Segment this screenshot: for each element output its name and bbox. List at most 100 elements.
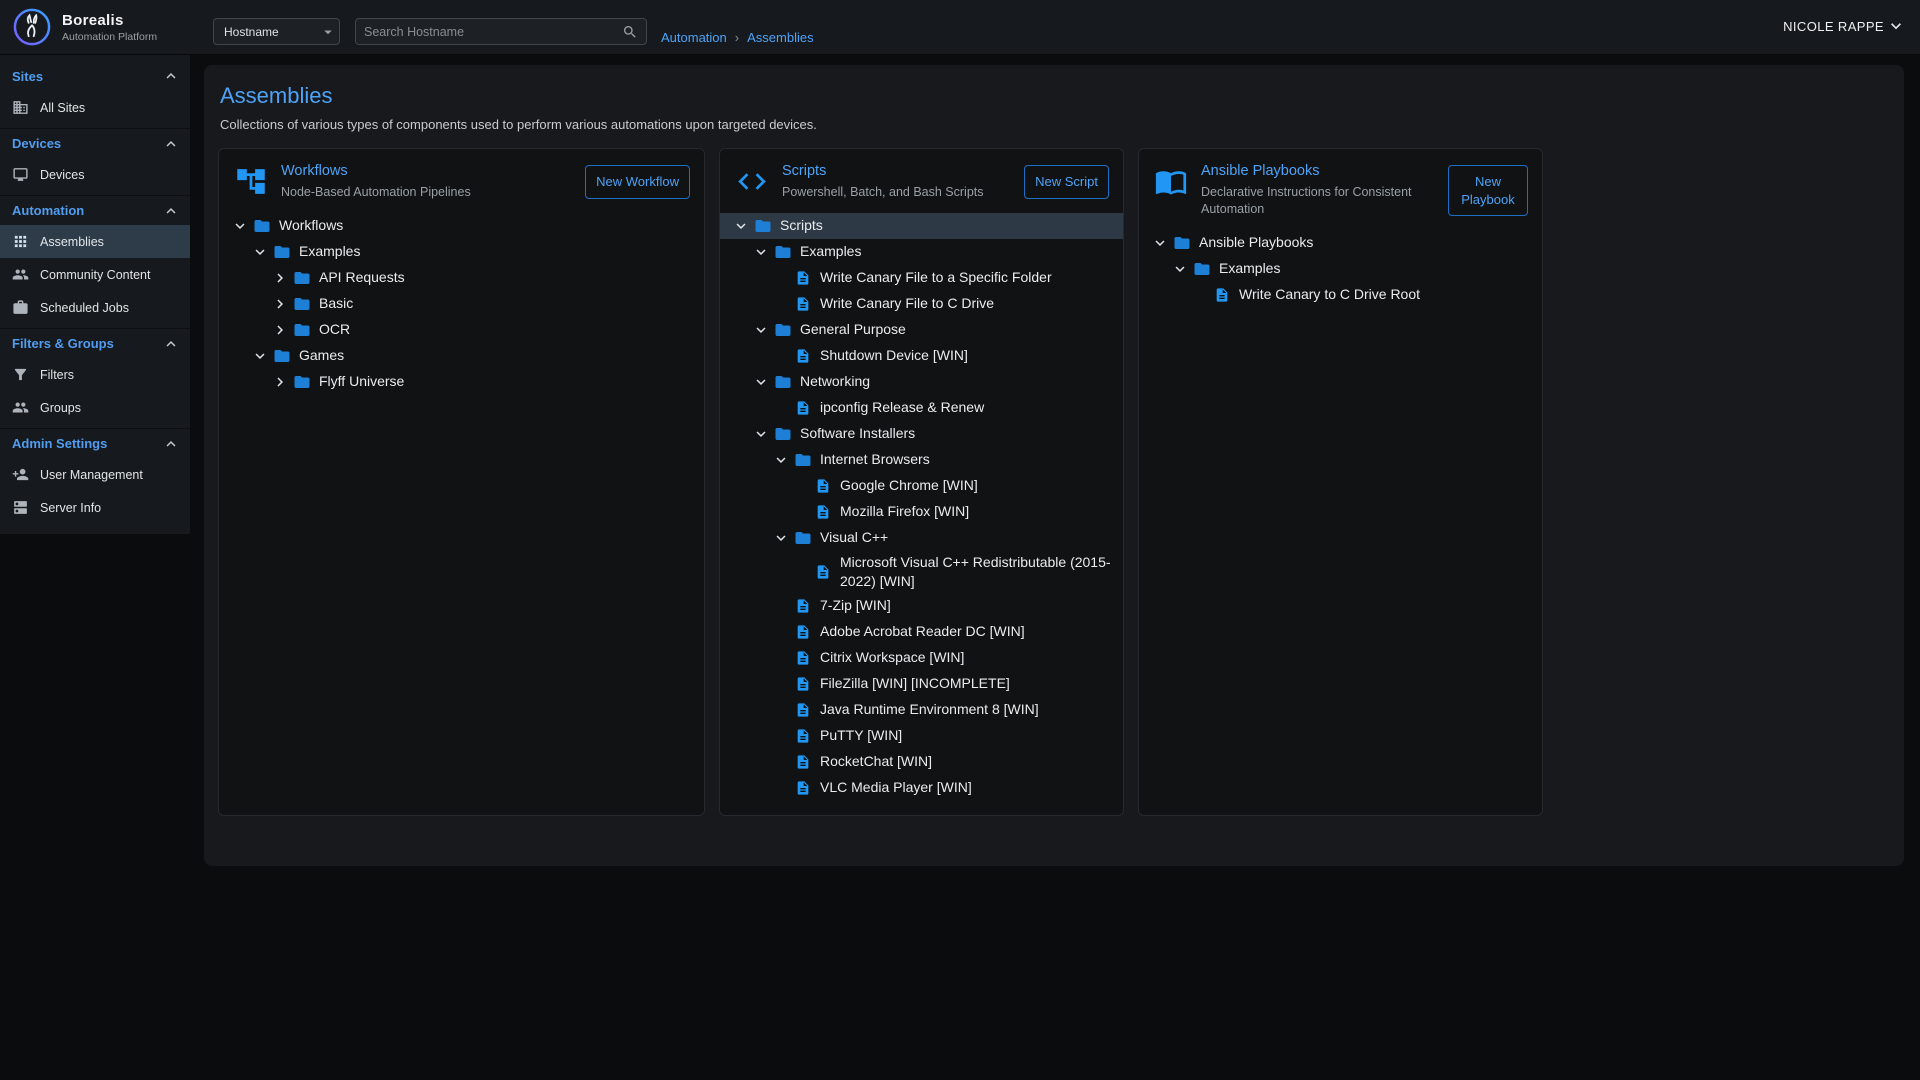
tree-indent-spacer (772, 649, 790, 667)
chevron-down-icon (231, 217, 249, 235)
chevron-down-icon (732, 217, 750, 235)
new-workflow-button[interactable]: New Workflow (585, 165, 690, 199)
sidebar-section-admin-settings[interactable]: Admin Settings (0, 428, 190, 458)
tree-item-examples[interactable]: Examples (1139, 256, 1542, 282)
folder-icon (293, 321, 311, 339)
sidebar-section-sites[interactable]: Sites (0, 61, 190, 91)
card-header-text: ScriptsPowershell, Batch, and Bash Scrip… (782, 163, 1012, 201)
tree-indent-spacer (772, 295, 790, 313)
file-icon (795, 348, 811, 364)
file-icon (795, 598, 811, 614)
tree-item-general-purpose[interactable]: General Purpose (720, 317, 1123, 343)
search-input[interactable] (364, 25, 622, 39)
sidebar-item-user-management[interactable]: User Management (0, 458, 190, 491)
tree-item-write-canary-file-to-a-specific-folder[interactable]: Write Canary File to a Specific Folder (720, 265, 1123, 291)
file-icon (795, 624, 811, 640)
tree-indent-spacer (772, 597, 790, 615)
folder-icon (293, 373, 311, 391)
sidebar-section-devices[interactable]: Devices (0, 128, 190, 158)
tree-item-google-chrome-win[interactable]: Google Chrome [WIN] (720, 473, 1123, 499)
folder-icon (293, 295, 311, 313)
hostname-select[interactable]: Hostname (213, 18, 340, 45)
tree-item-ipconfig-release-renew[interactable]: ipconfig Release & Renew (720, 395, 1123, 421)
devices-icon (12, 166, 29, 183)
tree-scripts: ScriptsExamplesWrite Canary File to a Sp… (720, 209, 1123, 815)
chevron-down-icon (251, 243, 269, 261)
new-playbook-button[interactable]: New Playbook (1448, 165, 1528, 216)
breadcrumb: Automation › Assemblies (661, 30, 814, 45)
sidebar-item-all-sites[interactable]: All Sites (0, 91, 190, 124)
tree-item-mozilla-firefox-win[interactable]: Mozilla Firefox [WIN] (720, 499, 1123, 525)
tree-workflows: WorkflowsExamplesAPI RequestsBasicOCRGam… (219, 209, 704, 409)
chevron-down-icon (1151, 234, 1169, 252)
sidebar-section-automation[interactable]: Automation (0, 195, 190, 225)
tree-indent-spacer (772, 779, 790, 797)
tree-item-examples[interactable]: Examples (720, 239, 1123, 265)
tree-item-label: FileZilla [WIN] [INCOMPLETE] (820, 672, 1010, 695)
sidebar-section-filters-groups[interactable]: Filters & Groups (0, 328, 190, 358)
sidebar-item-filters[interactable]: Filters (0, 358, 190, 391)
file-icon (795, 676, 811, 692)
card-title: Scripts (782, 163, 1012, 179)
tree-item-flyff-universe[interactable]: Flyff Universe (219, 369, 704, 395)
sidebar-item-label: Assemblies (40, 235, 104, 249)
sidebar-item-assemblies[interactable]: Assemblies (0, 225, 190, 258)
tree-item-citrix-workspace-win[interactable]: Citrix Workspace [WIN] (720, 645, 1123, 671)
tree-item-basic[interactable]: Basic (219, 291, 704, 317)
sidebar-item-label: Scheduled Jobs (40, 301, 129, 315)
search-icon (622, 24, 638, 40)
chevron-up-icon (162, 335, 180, 353)
tree-item-ocr[interactable]: OCR (219, 317, 704, 343)
tree-item-7-zip-win[interactable]: 7-Zip [WIN] (720, 593, 1123, 619)
folder-icon (794, 451, 812, 469)
tree-item-ansible-playbooks[interactable]: Ansible Playbooks (1139, 230, 1542, 256)
file-icon (795, 780, 811, 796)
sidebar-item-server-info[interactable]: Server Info (0, 491, 190, 524)
tree-item-label: OCR (319, 318, 350, 341)
breadcrumb-separator: › (735, 30, 739, 45)
tree-item-shutdown-device-win[interactable]: Shutdown Device [WIN] (720, 343, 1123, 369)
tree-item-visual-c[interactable]: Visual C++ (720, 525, 1123, 551)
tree-item-java-runtime-environment-8-win[interactable]: Java Runtime Environment 8 [WIN] (720, 697, 1123, 723)
scheduled-jobs-icon (12, 299, 29, 316)
tree-item-workflows[interactable]: Workflows (219, 213, 704, 239)
tree-indent-spacer (772, 753, 790, 771)
tree-item-api-requests[interactable]: API Requests (219, 265, 704, 291)
tree-item-filezilla-win-incomplete[interactable]: FileZilla [WIN] [INCOMPLETE] (720, 671, 1123, 697)
file-icon (815, 478, 831, 494)
tree-item-networking[interactable]: Networking (720, 369, 1123, 395)
sidebar-section-label: Sites (12, 69, 43, 84)
tree-item-write-canary-file-to-c-drive[interactable]: Write Canary File to C Drive (720, 291, 1123, 317)
new-script-button[interactable]: New Script (1024, 165, 1109, 199)
sidebar-item-devices[interactable]: Devices (0, 158, 190, 191)
sidebar-item-label: All Sites (40, 101, 85, 115)
tree-item-write-canary-to-c-drive-root[interactable]: Write Canary to C Drive Root (1139, 282, 1542, 308)
main-panel: Assemblies Collections of various types … (204, 65, 1904, 866)
tree-item-software-installers[interactable]: Software Installers (720, 421, 1123, 447)
sidebar-item-scheduled-jobs[interactable]: Scheduled Jobs (0, 291, 190, 324)
tree-item-microsoft-visual-c-redistributable-2015-2022-win[interactable]: Microsoft Visual C++ Redistributable (20… (720, 551, 1123, 593)
tree-item-scripts[interactable]: Scripts (720, 213, 1123, 239)
tree-item-rocketchat-win[interactable]: RocketChat [WIN] (720, 749, 1123, 775)
breadcrumb-link-automation[interactable]: Automation (661, 30, 727, 45)
user-menu[interactable]: NICOLE RAPPE (1783, 16, 1906, 36)
tree-item-internet-browsers[interactable]: Internet Browsers (720, 447, 1123, 473)
sidebar-item-groups[interactable]: Groups (0, 391, 190, 424)
sidebar-item-community-content[interactable]: Community Content (0, 258, 190, 291)
card-header: WorkflowsNode-Based Automation Pipelines… (219, 149, 704, 209)
tree-item-adobe-acrobat-reader-dc-win[interactable]: Adobe Acrobat Reader DC [WIN] (720, 619, 1123, 645)
folder-icon (754, 217, 772, 235)
folder-icon (1173, 234, 1191, 252)
tree-item-examples[interactable]: Examples (219, 239, 704, 265)
sidebar-item-label: Filters (40, 368, 74, 382)
tree-item-putty-win[interactable]: PuTTY [WIN] (720, 723, 1123, 749)
tree-item-label: Scripts (780, 214, 823, 237)
search-hostname-box[interactable] (355, 18, 647, 45)
page-title: Assemblies (220, 83, 1890, 109)
breadcrumb-link-assemblies[interactable]: Assemblies (747, 30, 813, 45)
assembly-cards: WorkflowsNode-Based Automation Pipelines… (218, 148, 1890, 816)
tree-item-label: Adobe Acrobat Reader DC [WIN] (820, 620, 1025, 643)
tree-item-games[interactable]: Games (219, 343, 704, 369)
tree-item-vlc-media-player-win[interactable]: VLC Media Player [WIN] (720, 775, 1123, 801)
tree-item-label: Workflows (279, 214, 343, 237)
